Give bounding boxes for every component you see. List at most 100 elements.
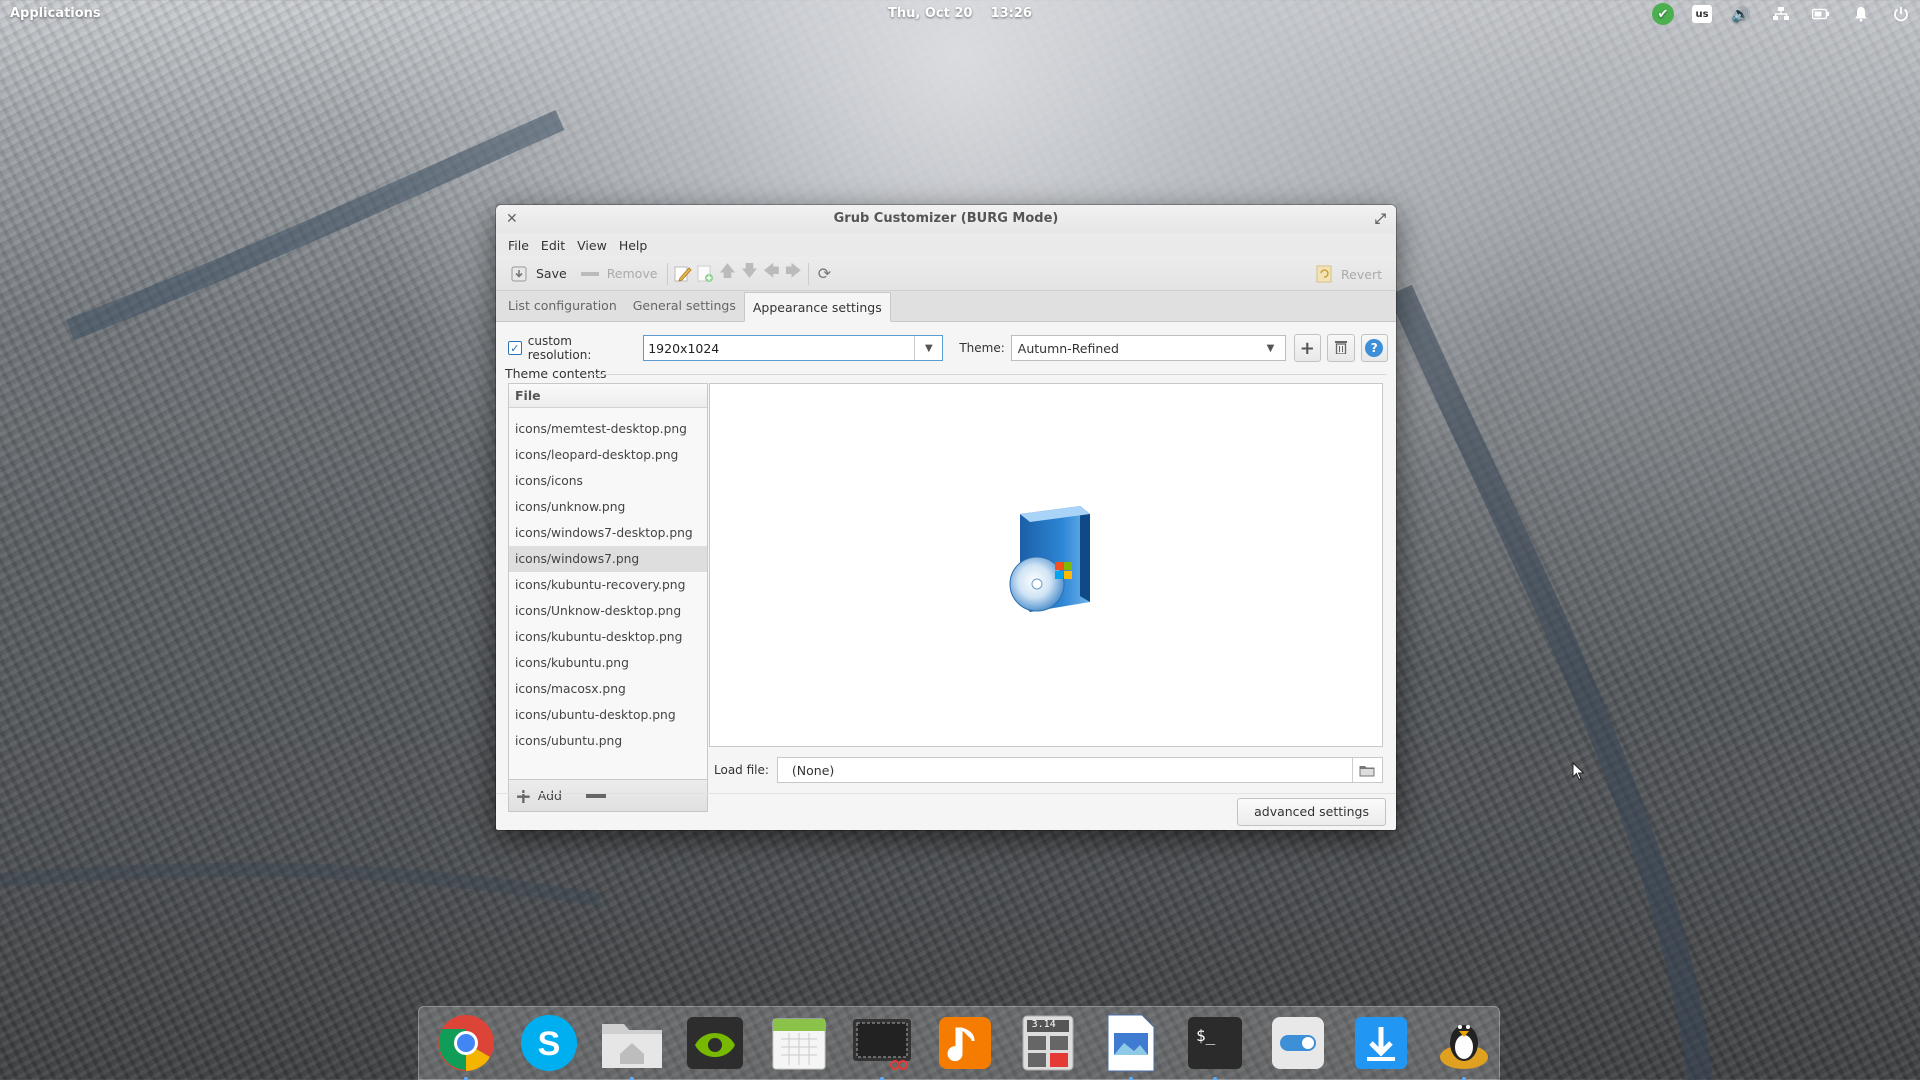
advanced-settings-button[interactable]: advanced settings [1237,798,1386,826]
chevron-down-icon: ▼ [1266,342,1275,354]
chrome-icon[interactable] [431,1011,500,1080]
load-file-row: Load file: (None) [714,757,1383,783]
revert-icon [1313,263,1335,285]
add-file-button[interactable]: + Add [515,784,562,808]
menu-file[interactable]: File [502,238,535,253]
file-items: icons/memtest-desktop.png icons/leopard-… [509,408,707,754]
mouse-cursor-icon [1572,762,1585,781]
list-item[interactable]: icons/memtest-desktop.png [509,416,707,442]
list-item[interactable]: icons/ubuntu.png [509,728,707,754]
edit-icon[interactable] [672,263,694,285]
menu-edit[interactable]: Edit [535,238,571,253]
remove-file-button[interactable] [585,793,606,798]
chevron-down-icon[interactable]: ▼ [914,336,942,360]
move-left-icon[interactable]: 🡄 [760,261,782,285]
svg-text:$_: $_ [1196,1026,1216,1045]
document-viewer-icon[interactable] [1097,1011,1166,1080]
help-button[interactable]: ? [1360,334,1389,362]
top-panel: Applications Thu, Oct 20 13:26 ✔ us 🔊 [0,0,1920,28]
music-icon[interactable] [930,1011,999,1075]
load-file-chooser[interactable]: (None) [776,757,1383,783]
list-item[interactable]: icons/unknow.png [509,494,707,520]
clock[interactable]: Thu, Oct 20 13:26 [0,6,1920,21]
plus-icon: + [1299,337,1315,359]
dock: S 3.14 $_ [418,1006,1500,1080]
plus-icon: + [515,783,532,808]
list-item[interactable]: icons/windows7-desktop.png [509,520,707,546]
calendar-icon[interactable] [764,1011,833,1075]
battery-icon[interactable] [1810,3,1832,25]
list-item-selected[interactable]: icons/windows7.png [509,546,707,572]
close-icon[interactable]: ✕ [506,205,518,233]
list-item[interactable]: icons/kubuntu-desktop.png [509,624,707,650]
home-folder-icon[interactable] [597,1011,666,1080]
tux-icon[interactable] [1430,1011,1499,1080]
file-list-actions: + Add [508,780,708,812]
save-label: Save [536,266,567,281]
calculator-display: 3.14 [1031,1019,1056,1030]
grub-customizer-window: ✕ Grub Customizer (BURG Mode) ⤢ File Edi… [496,205,1396,830]
list-item[interactable]: icons/kubuntu.png [509,650,707,676]
download-icon[interactable] [1347,1011,1416,1075]
add-entry-icon[interactable] [694,263,716,285]
time-label: 13:26 [990,6,1032,21]
tab-appearance-settings[interactable]: Appearance settings [743,292,891,322]
keyboard-layout-icon[interactable]: us [1692,5,1712,23]
list-item[interactable]: icons/Unknow-desktop.png [509,598,707,624]
menu-bar: File Edit View Help [496,233,1396,257]
save-icon [508,263,530,285]
windows7-box-icon [1009,506,1090,612]
remove-icon [579,263,601,285]
custom-resolution-label: custom resolution: [527,334,592,362]
reload-icon[interactable]: ⟳ [813,263,835,285]
screenshot-icon[interactable] [847,1011,916,1080]
list-item[interactable]: icons/ubuntu-desktop.png [509,702,707,728]
move-up-icon[interactable]: 🡅 [716,261,738,285]
resolution-combobox[interactable]: ▼ [643,335,944,361]
skype-icon[interactable]: S [514,1011,583,1075]
terminal-icon[interactable]: $_ [1180,1011,1249,1080]
resolution-input[interactable] [644,336,915,360]
custom-resolution-checkbox[interactable]: ✓ [508,341,522,355]
save-button[interactable]: Save [502,261,573,287]
folder-icon[interactable] [1351,758,1382,782]
tab-list-configuration[interactable]: List configuration [500,291,625,321]
svg-text:S: S [538,1025,561,1063]
settings-toggle-icon[interactable] [1263,1011,1332,1075]
theme-label: Theme: [959,341,1005,355]
tab-general-settings[interactable]: General settings [625,291,744,321]
theme-file-list: File icons/memtest-desktop.png icons/leo… [508,383,708,780]
theme-combobox[interactable]: Autumn-Refined ▼ [1010,335,1286,361]
remove-button[interactable]: Remove [573,261,664,287]
update-icon[interactable]: ✔ [1652,3,1674,25]
load-file-label: Load file: [714,763,769,777]
revert-button[interactable]: Revert [1307,261,1388,287]
menu-help[interactable]: Help [613,238,654,253]
menu-view[interactable]: View [571,238,613,253]
date-label: Thu, Oct 20 [888,6,973,21]
tab-bar: List configuration General settings Appe… [496,291,1396,322]
title-bar[interactable]: ✕ Grub Customizer (BURG Mode) ⤢ [496,205,1396,233]
power-icon[interactable] [1890,3,1912,25]
revert-label: Revert [1341,266,1382,282]
file-column-header[interactable]: File [509,384,707,408]
list-item[interactable]: icons/macosx.png [509,676,707,702]
help-icon: ? [1365,339,1384,357]
add-theme-button[interactable]: + [1293,334,1322,362]
calculator-icon[interactable]: 3.14 [1014,1011,1083,1075]
list-item[interactable]: icons/kubuntu-recovery.png [509,572,707,598]
delete-theme-button[interactable] [1327,334,1355,362]
divider [588,374,1386,375]
volume-icon[interactable]: 🔊 [1730,3,1752,25]
remove-label: Remove [606,266,658,281]
move-right-icon[interactable]: 🡆 [782,261,804,285]
appearance-panel: ✓ custom resolution: ▼ Theme: Autumn-Ref… [496,322,1396,830]
maximize-icon[interactable]: ⤢ [1375,205,1386,233]
notifications-icon[interactable] [1850,3,1872,25]
move-down-icon[interactable]: 🡇 [738,261,760,285]
list-item[interactable]: icons/leopard-desktop.png [509,442,707,468]
nvidia-icon[interactable] [681,1011,750,1075]
list-item[interactable]: icons/icons [509,468,707,494]
network-icon[interactable] [1770,3,1792,25]
add-label: Add [537,788,562,803]
